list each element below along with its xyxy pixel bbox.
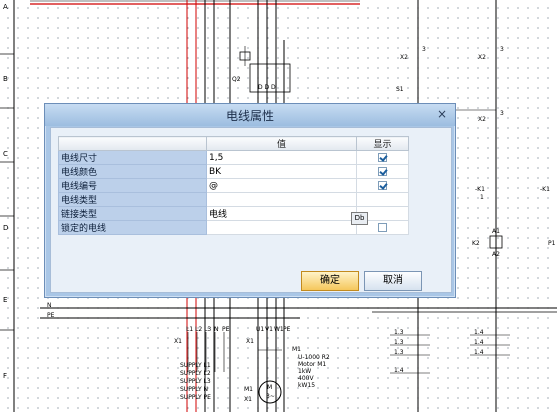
terminal-col-v1: V1	[265, 326, 273, 333]
dialog-body: 值 显示 电线尺寸 1,5 电线颜色 BK 电线编号 @ 电线类型 链接类型 电线 锁定的电线 D…	[50, 127, 452, 293]
property-value-field[interactable]: 电线	[206, 206, 357, 221]
property-row[interactable]: 电线类型	[58, 192, 409, 207]
right-edge-label: P1	[548, 240, 556, 247]
motor-m1-label: M1	[244, 386, 253, 393]
property-row[interactable]: 电线编号 @	[58, 178, 409, 193]
relay-k1-num: 1	[480, 194, 484, 201]
contact-left-4: 1.4	[394, 367, 404, 374]
property-label: 电线尺寸	[58, 150, 207, 165]
show-cell	[356, 164, 409, 179]
show-cell	[356, 178, 409, 193]
relay-k1-right-label: -K1	[540, 186, 550, 193]
bus-pe-label: PE	[47, 312, 55, 319]
ok-button[interactable]: 确定	[301, 271, 359, 291]
terminal-label-x2c: X2	[478, 116, 486, 123]
terminal-col-pe-right: PE	[283, 326, 291, 333]
terminal-label-x2b: X2	[478, 54, 486, 61]
supply-l3: SUPPLY L3	[180, 378, 211, 385]
motor-spec-5: kW15	[298, 382, 316, 389]
relay-k2-a1: A1	[492, 228, 500, 235]
relay-k1-label: -K1	[475, 186, 485, 193]
terminal-col-l1: L1	[186, 326, 194, 333]
terminal-col-u1: U1	[256, 326, 265, 333]
terminal-col-l2: L2	[195, 326, 203, 333]
row-label-d: D	[3, 224, 9, 232]
bus-n-label: N	[47, 302, 52, 309]
show-cell	[356, 192, 409, 207]
close-icon[interactable]: ×	[435, 107, 449, 121]
property-label: 链接类型	[58, 206, 207, 221]
terminal-num-x2a: 3	[422, 46, 426, 53]
motor-spec-4: 400V	[298, 375, 314, 382]
property-value-field[interactable]: BK	[206, 164, 357, 179]
row-label-f: F	[3, 372, 8, 380]
property-value-field[interactable]	[206, 220, 357, 235]
terminal-x1-right: X1	[246, 338, 254, 345]
property-row[interactable]: 电线颜色 BK	[58, 164, 409, 179]
terminal-col-n: N	[214, 326, 219, 333]
contact-left-1: 1.3	[394, 329, 404, 336]
row-label-a: A	[3, 3, 8, 11]
contact-right-2: 1.4	[474, 339, 484, 346]
cancel-button[interactable]: 取消	[364, 271, 422, 291]
supply-n: SUPPLY N	[180, 386, 209, 393]
grid-header-corner	[58, 136, 207, 151]
contact-left-2: 1.3	[394, 339, 404, 346]
breaker-q2-label: Q2	[232, 76, 241, 83]
contact-right-3: 1.4	[474, 349, 484, 356]
row-label-e: E	[3, 296, 8, 304]
property-row[interactable]: 电线尺寸 1,5	[58, 150, 409, 165]
contact-left-3: 1.3	[394, 349, 404, 356]
db-chip[interactable]: Db	[351, 212, 368, 225]
terminal-num-x2c: 3	[500, 110, 504, 117]
show-cell	[356, 150, 409, 165]
motor-spec-1: U-1000 R2	[298, 354, 330, 361]
relay-k2-label: K2	[472, 240, 480, 247]
motor-symbol: M	[267, 384, 273, 391]
contact-right-1: 1.4	[474, 329, 484, 336]
grid-header-value: 值	[206, 136, 357, 151]
property-value-field[interactable]	[206, 192, 357, 207]
grid-header-show: 显示	[356, 136, 409, 151]
motor-spec-2: Motor M1	[298, 361, 327, 368]
show-checkbox[interactable]	[378, 166, 387, 176]
grid-header-row: 值 显示	[58, 136, 409, 151]
terminal-x1-left: X1	[174, 338, 182, 345]
dialog-title-bar[interactable]: 电线属性 ×	[45, 104, 455, 126]
motor-spec-3: 1kW	[298, 368, 312, 375]
motor-terminal-x1: X1	[244, 396, 252, 403]
dialog-title: 电线属性	[225, 109, 274, 123]
show-checkbox[interactable]	[378, 180, 387, 190]
show-checkbox[interactable]	[378, 222, 387, 232]
property-label: 锁定的电线	[58, 220, 207, 235]
supply-l2: SUPPLY L2	[180, 370, 211, 377]
terminal-col-l3: L3	[204, 326, 212, 333]
motor-phase: 3~	[266, 393, 275, 400]
row-label-b: B	[3, 75, 8, 83]
supply-l1: SUPPLY L1	[180, 362, 211, 369]
property-label: 电线编号	[58, 178, 207, 193]
supply-pe: SUPPLY PE	[180, 394, 211, 401]
property-label: 电线颜色	[58, 164, 207, 179]
terminal-label-x2a: X2	[400, 54, 408, 61]
show-checkbox[interactable]	[378, 152, 387, 162]
terminal-num-x2b: 3	[500, 46, 504, 53]
row-label-c: C	[3, 150, 8, 158]
motor-block-label: M1	[292, 346, 301, 353]
switch-s1-label: S1	[396, 86, 404, 93]
relay-k2-a2: A2	[492, 251, 500, 258]
wire-properties-dialog: 电线属性 × 值 显示 电线尺寸 1,5 电线颜色 BK 电线编号 @ 电线类型 链接类型 电线…	[44, 103, 456, 298]
terminal-col-pe: PE	[222, 326, 230, 333]
breaker-q2-contacts: D D D	[258, 84, 276, 91]
property-value-field[interactable]: 1,5	[206, 150, 357, 165]
property-label: 电线类型	[58, 192, 207, 207]
property-value-field[interactable]: @	[206, 178, 357, 193]
